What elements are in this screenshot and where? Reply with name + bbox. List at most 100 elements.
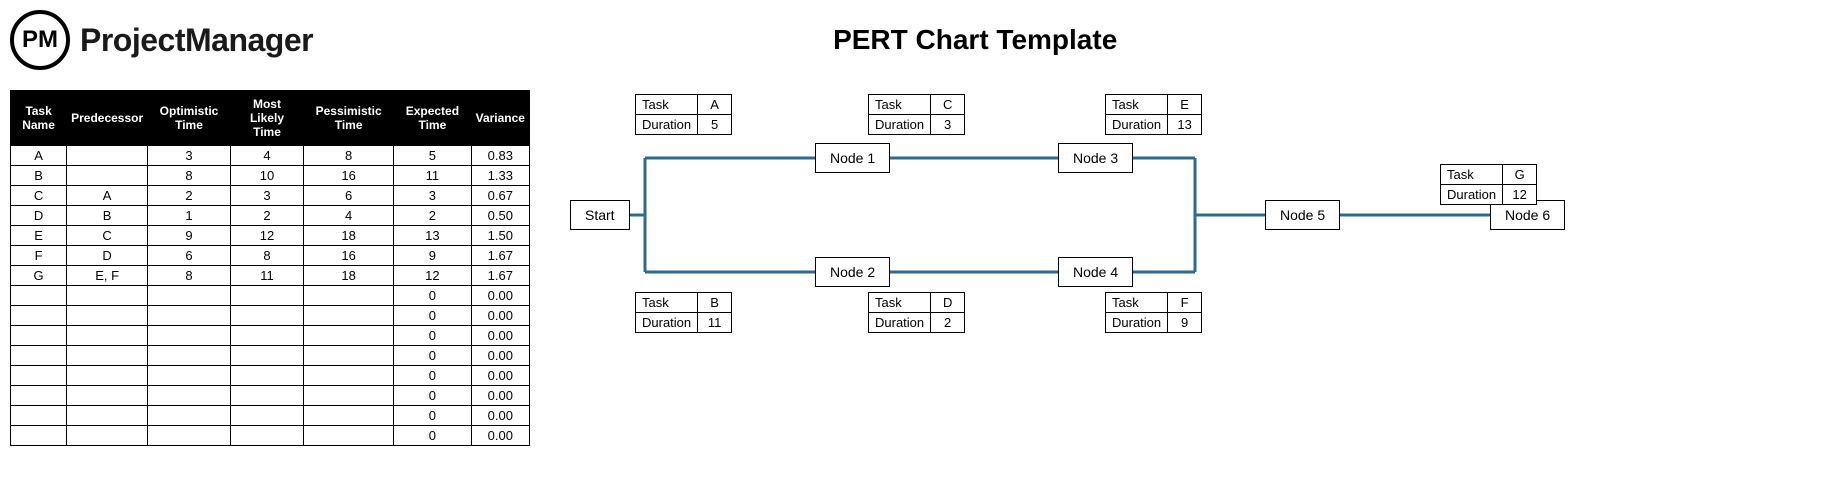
table-cell[interactable]: 0.00: [471, 406, 529, 426]
table-cell[interactable]: 2: [394, 206, 471, 226]
table-cell[interactable]: [67, 286, 148, 306]
table-cell[interactable]: C: [11, 186, 67, 206]
table-cell[interactable]: [11, 326, 67, 346]
table-cell[interactable]: 0.00: [471, 306, 529, 326]
table-cell[interactable]: F: [11, 246, 67, 266]
table-cell[interactable]: [67, 326, 148, 346]
table-cell[interactable]: 9: [148, 226, 231, 246]
table-cell[interactable]: E, F: [67, 266, 148, 286]
table-cell[interactable]: [148, 346, 231, 366]
table-cell[interactable]: [304, 346, 394, 366]
table-cell[interactable]: 1.33: [471, 166, 529, 186]
table-cell[interactable]: 1.67: [471, 246, 529, 266]
table-cell[interactable]: [67, 146, 148, 166]
table-cell[interactable]: 16: [304, 166, 394, 186]
table-cell[interactable]: [11, 386, 67, 406]
table-cell[interactable]: [148, 326, 231, 346]
table-cell[interactable]: 0.83: [471, 146, 529, 166]
table-cell[interactable]: [148, 286, 231, 306]
table-cell[interactable]: [304, 406, 394, 426]
table-cell[interactable]: 0: [394, 286, 471, 306]
table-cell[interactable]: [230, 426, 303, 446]
table-cell[interactable]: [304, 386, 394, 406]
table-cell[interactable]: [67, 426, 148, 446]
table-cell[interactable]: 1: [148, 206, 231, 226]
table-cell[interactable]: [67, 406, 148, 426]
table-cell[interactable]: D: [67, 246, 148, 266]
table-cell[interactable]: 0.00: [471, 366, 529, 386]
table-cell[interactable]: [148, 366, 231, 386]
table-cell[interactable]: [230, 346, 303, 366]
table-cell[interactable]: 0.00: [471, 286, 529, 306]
table-cell[interactable]: 10: [230, 166, 303, 186]
table-cell[interactable]: B: [11, 166, 67, 186]
table-cell[interactable]: 0.00: [471, 386, 529, 406]
table-cell[interactable]: A: [11, 146, 67, 166]
table-cell[interactable]: [67, 346, 148, 366]
table-cell[interactable]: [11, 426, 67, 446]
table-cell[interactable]: 9: [394, 246, 471, 266]
table-cell[interactable]: 4: [230, 146, 303, 166]
table-cell[interactable]: [230, 406, 303, 426]
table-cell[interactable]: 6: [148, 246, 231, 266]
table-cell[interactable]: [230, 386, 303, 406]
table-cell[interactable]: [67, 366, 148, 386]
table-cell[interactable]: 13: [394, 226, 471, 246]
table-cell[interactable]: 8: [304, 146, 394, 166]
table-cell[interactable]: [230, 326, 303, 346]
table-cell[interactable]: 5: [394, 146, 471, 166]
table-cell[interactable]: 18: [304, 266, 394, 286]
table-cell[interactable]: [11, 406, 67, 426]
table-cell[interactable]: 0.00: [471, 426, 529, 446]
table-cell[interactable]: 8: [148, 266, 231, 286]
table-cell[interactable]: 2: [148, 186, 231, 206]
table-cell[interactable]: E: [11, 226, 67, 246]
table-cell[interactable]: 0.00: [471, 326, 529, 346]
table-cell[interactable]: [304, 286, 394, 306]
table-cell[interactable]: [11, 286, 67, 306]
table-cell[interactable]: 18: [304, 226, 394, 246]
table-cell[interactable]: [230, 286, 303, 306]
table-cell[interactable]: [304, 426, 394, 446]
table-cell[interactable]: 8: [230, 246, 303, 266]
table-cell[interactable]: [148, 386, 231, 406]
table-cell[interactable]: 0: [394, 426, 471, 446]
table-cell[interactable]: 6: [304, 186, 394, 206]
table-cell[interactable]: 0: [394, 346, 471, 366]
table-cell[interactable]: [304, 326, 394, 346]
table-cell[interactable]: [148, 306, 231, 326]
table-cell[interactable]: 2: [230, 206, 303, 226]
table-cell[interactable]: [67, 166, 148, 186]
table-cell[interactable]: [11, 346, 67, 366]
table-cell[interactable]: [304, 306, 394, 326]
table-cell[interactable]: [11, 366, 67, 386]
table-cell[interactable]: 3: [148, 146, 231, 166]
table-cell[interactable]: 0.50: [471, 206, 529, 226]
table-cell[interactable]: 0: [394, 326, 471, 346]
table-cell[interactable]: 3: [230, 186, 303, 206]
table-cell[interactable]: [148, 426, 231, 446]
table-cell[interactable]: G: [11, 266, 67, 286]
table-cell[interactable]: 4: [304, 206, 394, 226]
table-cell[interactable]: 0: [394, 366, 471, 386]
table-cell[interactable]: 1.50: [471, 226, 529, 246]
table-cell[interactable]: [67, 386, 148, 406]
table-cell[interactable]: [230, 366, 303, 386]
table-cell[interactable]: [230, 306, 303, 326]
table-cell[interactable]: 3: [394, 186, 471, 206]
table-cell[interactable]: 0: [394, 306, 471, 326]
table-cell[interactable]: [304, 366, 394, 386]
table-cell[interactable]: B: [67, 206, 148, 226]
table-cell[interactable]: A: [67, 186, 148, 206]
table-cell[interactable]: D: [11, 206, 67, 226]
table-cell[interactable]: 0.67: [471, 186, 529, 206]
table-cell[interactable]: [11, 306, 67, 326]
table-cell[interactable]: 12: [230, 226, 303, 246]
table-cell[interactable]: 0: [394, 386, 471, 406]
table-cell[interactable]: 12: [394, 266, 471, 286]
table-cell[interactable]: 11: [230, 266, 303, 286]
table-cell[interactable]: 8: [148, 166, 231, 186]
table-cell[interactable]: [67, 306, 148, 326]
table-cell[interactable]: 11: [394, 166, 471, 186]
table-cell[interactable]: [148, 406, 231, 426]
